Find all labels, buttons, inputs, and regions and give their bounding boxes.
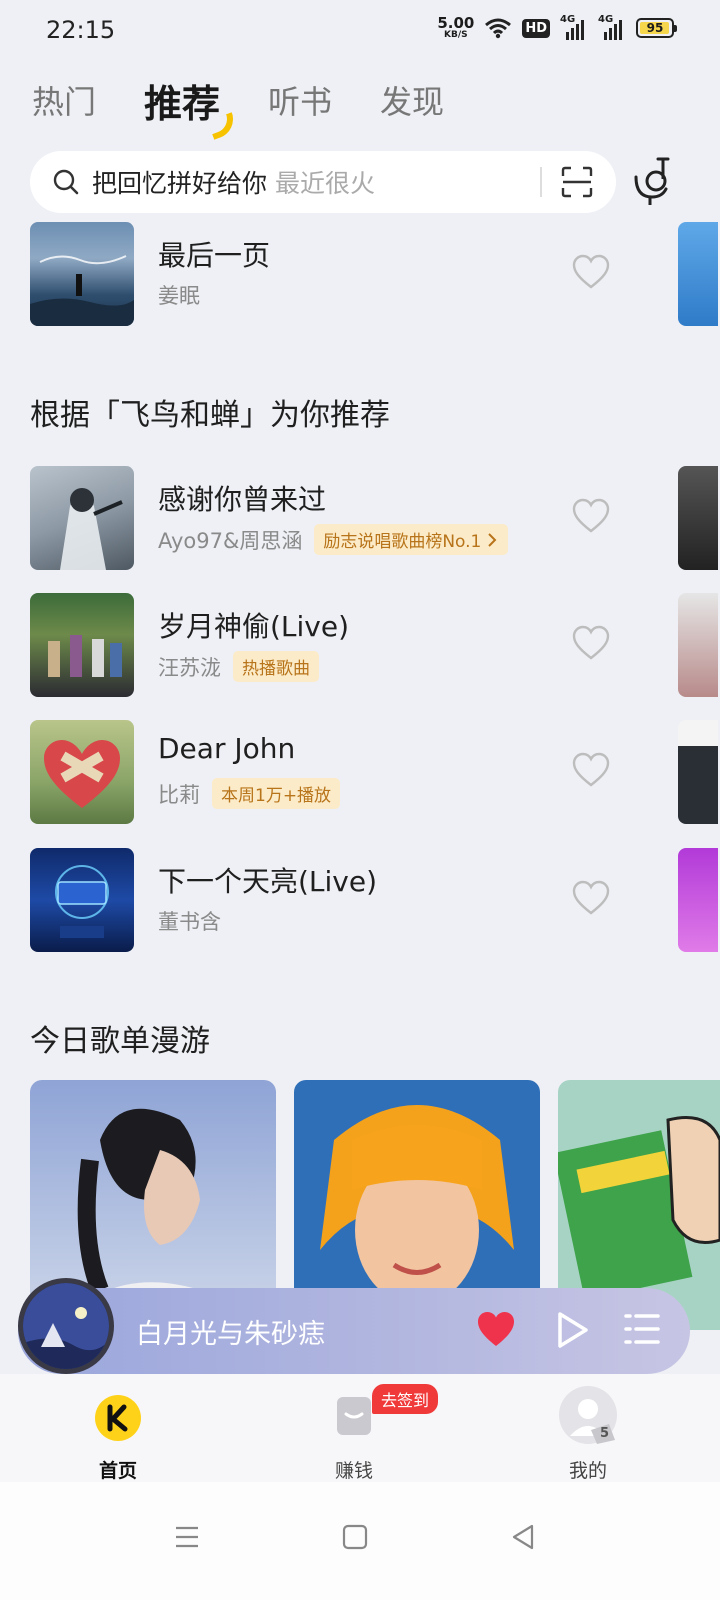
back-icon[interactable] xyxy=(508,1522,538,1552)
nav-home[interactable]: 首页 xyxy=(58,1386,178,1482)
song-tag: 热播歌曲 xyxy=(233,651,319,682)
song-cover xyxy=(30,466,134,570)
heart-icon[interactable] xyxy=(572,880,610,916)
status-time: 22:15 xyxy=(46,16,116,44)
next-column-cover xyxy=(678,720,718,824)
hd-voice-badge: HD xyxy=(522,18,550,38)
search-divider xyxy=(540,167,542,197)
user-level: 5 xyxy=(600,1426,610,1441)
song-artist: 姜眠 xyxy=(158,284,200,308)
next-column-cover xyxy=(678,222,718,326)
song-cover xyxy=(30,593,134,697)
sim2-network-label: 4G xyxy=(598,14,614,25)
search-hint: 最近很火 xyxy=(275,169,376,198)
song-meta: Ayo97&周思涵 励志说唱歌曲榜No.1 xyxy=(158,524,509,555)
system-nav-bar xyxy=(0,1482,720,1600)
battery-icon: 95 xyxy=(636,18,677,38)
chevron-right-icon xyxy=(488,532,497,547)
sign-in-badge[interactable]: 去签到 xyxy=(372,1384,439,1414)
song-tag[interactable]: 励志说唱歌曲榜No.1 xyxy=(314,524,509,555)
song-cover xyxy=(30,222,134,326)
home-square-icon[interactable] xyxy=(340,1522,370,1552)
avatar-icon xyxy=(559,1386,617,1444)
menu-icon[interactable] xyxy=(172,1522,202,1552)
song-meta: 姜眠 xyxy=(158,280,200,310)
song-meta: 比莉 本周1万+播放 xyxy=(158,778,341,809)
playlist-queue-icon[interactable] xyxy=(624,1312,660,1346)
play-icon[interactable] xyxy=(554,1310,590,1350)
song-meta: 董书含 xyxy=(158,906,221,936)
search-icon xyxy=(53,169,79,195)
scan-icon[interactable] xyxy=(560,165,594,199)
mini-player-cover[interactable] xyxy=(18,1278,114,1374)
nav-home-label: 首页 xyxy=(98,1460,137,1482)
tab-recommend-label: 推荐 xyxy=(144,81,221,126)
song-tag-label: 励志说唱歌曲榜No.1 xyxy=(323,532,482,552)
song-title: 最后一页 xyxy=(158,239,271,272)
song-cover xyxy=(30,720,134,824)
heart-icon[interactable] xyxy=(572,254,610,290)
recommend-section-title: 根据「飞鸟和蝉」为你推荐 xyxy=(30,398,390,433)
song-cover xyxy=(30,848,134,952)
song-row-first[interactable]: 最后一页 姜眠 xyxy=(30,222,720,326)
song-title: Dear John xyxy=(158,732,296,765)
search-query: 把回忆拼好给你 xyxy=(92,169,268,198)
nav-earn-label: 赚钱 xyxy=(334,1460,373,1482)
song-title: 感谢你曾来过 xyxy=(158,483,327,516)
song-title: 岁月神偷(Live) xyxy=(158,610,350,643)
song-artist: 比莉 xyxy=(158,782,200,807)
song-row[interactable]: Dear John 比莉 本周1万+播放 xyxy=(30,720,720,824)
network-speed: 5.00 KB/S xyxy=(437,16,474,40)
tab-audiobook[interactable]: 听书 xyxy=(268,77,332,123)
song-artist: Ayo97&周思涵 xyxy=(158,528,303,553)
song-row[interactable]: 岁月神偷(Live) 汪苏泷 热播歌曲 xyxy=(30,593,720,697)
tab-discover[interactable]: 发现 xyxy=(380,77,444,123)
network-speed-unit: KB/S xyxy=(444,30,468,40)
heart-icon[interactable] xyxy=(572,498,610,534)
song-tag: 本周1万+播放 xyxy=(212,778,341,809)
song-artist: 董书含 xyxy=(158,910,221,934)
wallet-icon xyxy=(337,1397,371,1435)
status-icons: 5.00 KB/S HD 4G 4G 95 xyxy=(437,14,677,40)
nav-me-label: 我的 xyxy=(568,1460,607,1482)
home-k-icon xyxy=(95,1395,141,1441)
song-title: 下一个天亮(Live) xyxy=(158,865,378,898)
next-column-cover xyxy=(678,593,718,697)
tab-recommend[interactable]: 推荐 xyxy=(144,73,239,140)
signal-sim2-icon: 4G xyxy=(598,14,626,40)
song-row[interactable]: 感谢你曾来过 Ayo97&周思涵 励志说唱歌曲榜No.1 xyxy=(30,466,720,570)
battery-level: 95 xyxy=(646,21,664,35)
heart-icon[interactable] xyxy=(572,625,610,661)
status-bar: 22:15 5.00 KB/S HD 4G 4G 95 xyxy=(0,0,720,64)
tab-hot[interactable]: 热门 xyxy=(32,77,96,123)
nav-me[interactable]: 5 我的 xyxy=(528,1386,648,1482)
song-meta: 汪苏泷 热播歌曲 xyxy=(158,651,319,682)
signal-sim1-icon: 4G xyxy=(560,14,588,40)
song-artist: 汪苏泷 xyxy=(158,655,221,680)
sim1-network-label: 4G xyxy=(560,14,576,25)
bottom-nav: 首页 赚钱 5 我的 xyxy=(0,1374,720,1482)
heart-icon[interactable] xyxy=(572,752,610,788)
search-bar[interactable]: 把回忆拼好给你 最近很火 xyxy=(30,151,616,213)
song-row[interactable]: 下一个天亮(Live) 董书含 xyxy=(30,848,720,952)
wifi-icon xyxy=(485,18,512,39)
next-column-cover xyxy=(678,848,718,952)
top-tabs: 热门 推荐 听书 发现 xyxy=(32,72,492,140)
network-speed-value: 5.00 xyxy=(437,14,475,32)
liked-heart-icon[interactable] xyxy=(476,1310,516,1348)
mini-player-title: 白月光与朱砂痣 xyxy=(136,1319,325,1350)
next-column-cover xyxy=(678,466,718,570)
sing-mic-icon[interactable] xyxy=(630,155,674,207)
playlist-section-title: 今日歌单漫游 xyxy=(30,1024,210,1059)
